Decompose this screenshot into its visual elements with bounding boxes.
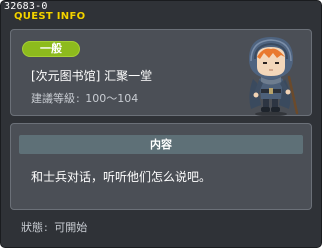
content-header: 内容 <box>19 135 303 154</box>
quest-category-badge: 一般 <box>22 41 80 57</box>
status-separator: : <box>44 221 48 234</box>
window-title: QUEST INFO <box>14 11 86 22</box>
hooded-soldier-npc-icon <box>249 37 299 117</box>
quest-info-window: 32683-0 QUEST INFO 一般 [次元图书馆] 汇聚一堂 建議等級:… <box>0 0 322 248</box>
recommended-level-label: 建議等級 <box>31 92 75 105</box>
quest-name: [次元图书馆] 汇聚一堂 <box>31 69 153 83</box>
quest-content-panel: 内容 和士兵对话，听听他们怎么说吧。 <box>10 123 312 210</box>
recommended-level-value: 100～104 <box>85 92 139 105</box>
status-label: 狀態 <box>21 221 43 234</box>
quest-status-row: 狀態: 可開始 <box>21 221 87 235</box>
recommended-level-separator: : <box>76 92 80 105</box>
quest-summary-panel: 一般 [次元图书馆] 汇聚一堂 建議等級: 100～104 <box>10 29 312 117</box>
quest-description: 和士兵对话，听听他们怎么说吧。 <box>31 170 212 184</box>
status-value: 可開始 <box>54 221 88 234</box>
recommended-level-row: 建議等級: 100～104 <box>31 92 138 105</box>
